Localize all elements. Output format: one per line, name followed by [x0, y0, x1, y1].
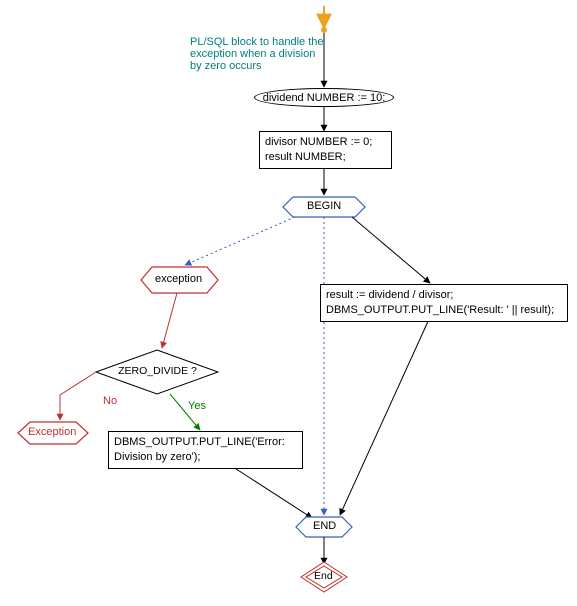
ellipse-dividend-label: dividend NUMBER := 10;	[263, 92, 386, 104]
hex-end-label: END	[313, 520, 336, 532]
hex-exc-bottom-label: Exception	[28, 426, 76, 438]
ellipse-dividend: dividend NUMBER := 10;	[254, 88, 394, 107]
box-divisor: divisor NUMBER := 0; result NUMBER;	[259, 131, 392, 169]
box-dbms-error: DBMS_OUTPUT.PUT_LINE('Error: Division by…	[108, 431, 303, 469]
box-result: result := dividend / divisor; DBMS_OUTPU…	[320, 284, 568, 322]
annotation-text: PL/SQL block to handle the exception whe…	[190, 36, 350, 72]
label-yes: Yes	[188, 400, 206, 412]
diamond-end-label: End	[314, 570, 333, 582]
hex-begin-label: BEGIN	[307, 200, 341, 212]
box-divisor-label: divisor NUMBER := 0; result NUMBER;	[265, 135, 386, 165]
diamond-zero-label: ZERO_DIVIDE ?	[115, 365, 200, 377]
label-no: No	[103, 395, 117, 407]
hex-exception-label: exception	[155, 273, 202, 285]
annotation-content: PL/SQL block to handle the exception whe…	[190, 36, 350, 72]
box-result-label: result := dividend / divisor; DBMS_OUTPU…	[326, 288, 562, 318]
box-dbms-error-label: DBMS_OUTPUT.PUT_LINE('Error: Division by…	[114, 435, 297, 465]
